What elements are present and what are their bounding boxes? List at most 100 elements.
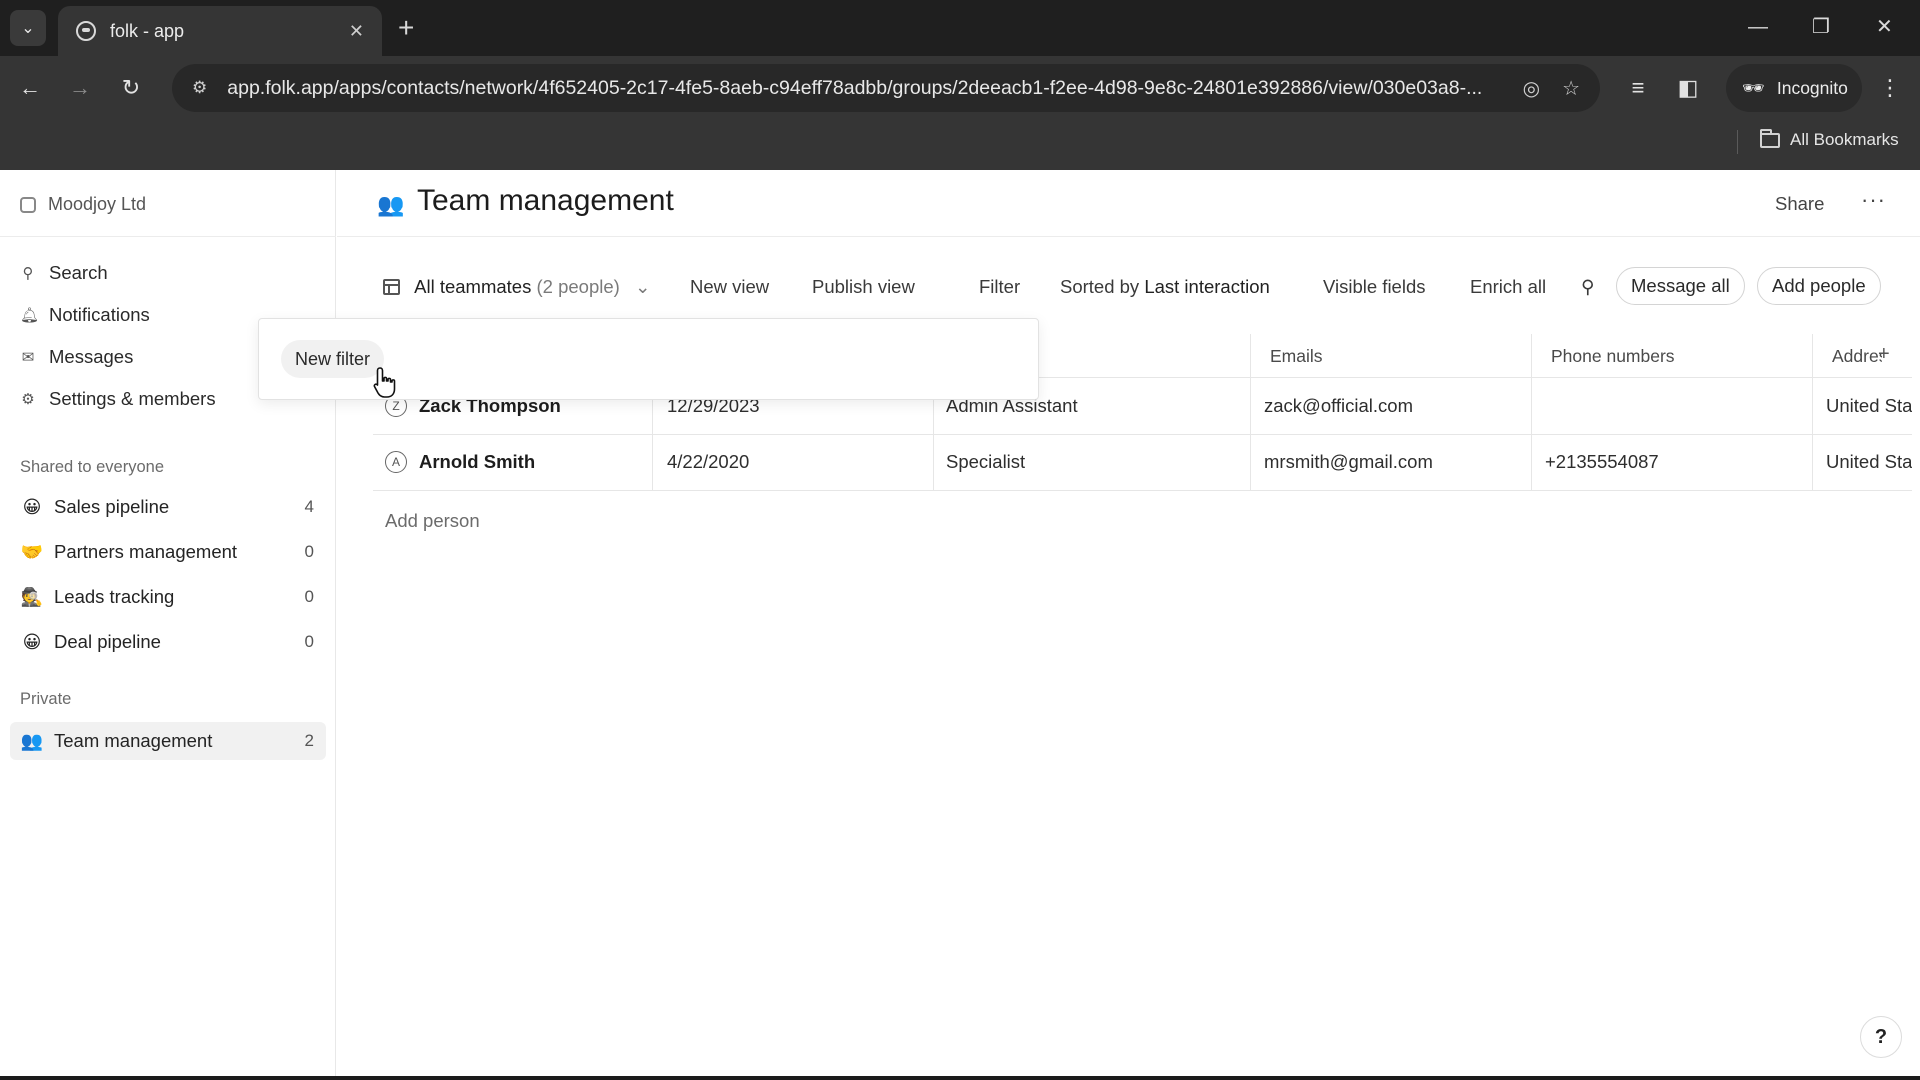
group-label: Deal pipeline xyxy=(54,631,161,652)
browser-tab[interactable]: folk - app ✕ xyxy=(58,6,382,56)
address-cell[interactable]: United Sta xyxy=(1826,395,1912,417)
page-title[interactable]: Team management xyxy=(417,184,674,218)
url-text[interactable]: app.folk.app/apps/contacts/network/4f652… xyxy=(227,77,1500,100)
nav-settings[interactable]: ⚙ Settings & members xyxy=(20,388,216,410)
all-bookmarks-button[interactable]: All Bookmarks xyxy=(1760,128,1899,150)
view-count: (2 people) xyxy=(536,276,620,297)
forward-icon[interactable]: → xyxy=(64,72,96,104)
bottom-edge xyxy=(0,1076,1920,1080)
table-view-icon xyxy=(383,279,400,295)
group-count: 0 xyxy=(304,587,314,606)
nav-notifications[interactable]: 🔔︎ Notifications xyxy=(20,304,150,326)
new-filter-button[interactable]: New filter xyxy=(281,340,385,378)
role-cell[interactable]: Specialist xyxy=(946,451,1025,473)
column-header-emails[interactable]: Emails xyxy=(1270,346,1323,367)
email-cell[interactable]: mrsmith@gmail.com xyxy=(1264,451,1433,473)
bell-icon: 🔔︎ xyxy=(20,307,40,324)
nav-search-label: Search xyxy=(49,262,108,283)
help-button[interactable]: ? xyxy=(1860,1016,1902,1058)
minimize-icon[interactable]: — xyxy=(1748,12,1768,42)
address-bar[interactable]: ⚙ app.folk.app/apps/contacts/network/4f6… xyxy=(172,64,1600,112)
visible-fields-button[interactable]: Visible fields xyxy=(1323,276,1426,298)
browser-chrome: ⌄ folk - app ✕ + — ❐ ✕ ← → ↻ ⚙ app.folk.… xyxy=(0,0,1920,170)
back-icon[interactable]: ← xyxy=(14,72,46,104)
new-tab-button[interactable]: + xyxy=(398,12,414,44)
sidebar-divider xyxy=(0,236,336,237)
message-all-button[interactable]: Message all xyxy=(1616,267,1745,305)
group-count: 0 xyxy=(304,632,314,651)
restore-icon[interactable]: ❐ xyxy=(1812,12,1830,42)
group-label: Leads tracking xyxy=(54,586,175,607)
group-label: Partners management xyxy=(54,541,238,562)
people-icon: 👥 xyxy=(20,730,44,751)
group-label: Sales pipeline xyxy=(54,496,170,517)
group-count: 4 xyxy=(304,497,314,516)
folder-icon xyxy=(1760,128,1780,148)
tab-search-button[interactable]: ⌄ xyxy=(10,10,46,46)
close-window-icon[interactable]: ✕ xyxy=(1876,12,1893,42)
chevron-down-icon: ⌄ xyxy=(634,276,651,297)
nav-messages[interactable]: ✉ Messages xyxy=(20,346,134,368)
hand-pointer-cursor-icon xyxy=(373,367,396,398)
eye-off-icon[interactable]: ◎ xyxy=(1523,76,1540,101)
site-info-icon[interactable]: ⚙ xyxy=(192,78,207,98)
grinning-face-icon: 😀 xyxy=(22,496,42,517)
group-label: Team management xyxy=(54,730,213,751)
main-content: 👥 Team management Share ··· All teammate… xyxy=(337,170,1920,1080)
sort-field: Last interaction xyxy=(1144,276,1270,297)
reload-icon[interactable]: ↻ xyxy=(115,72,147,104)
chevron-down-icon: ⌄ xyxy=(21,20,35,37)
grinning-face-icon: 😀 xyxy=(22,631,42,652)
sidebar-item-team-management[interactable]: 👥 Team management 2 xyxy=(10,722,326,760)
filter-button[interactable]: Filter xyxy=(979,276,1020,298)
new-view-button[interactable]: New view xyxy=(690,276,769,298)
sidebar-item-deal-pipeline[interactable]: 😀 Deal pipeline 0 xyxy=(10,623,326,661)
contact-name: Arnold Smith xyxy=(419,451,536,472)
phone-cell[interactable]: +2135554087 xyxy=(1545,451,1659,473)
media-control-icon[interactable]: ≡ xyxy=(1622,72,1654,104)
search-icon[interactable]: ⚲ xyxy=(1581,276,1595,298)
browser-menu-icon[interactable]: ⋮ xyxy=(1874,72,1906,104)
add-column-icon[interactable]: + xyxy=(1878,343,1890,366)
column-header-addresses[interactable]: Addresses xyxy=(1832,346,1882,367)
table-row[interactable]: A Arnold Smith 4/22/2020 Specialist mrsm… xyxy=(373,435,1912,491)
sidebar-item-leads-tracking[interactable]: 🕵 Leads tracking 0 xyxy=(10,578,326,616)
share-button[interactable]: Share xyxy=(1775,193,1824,215)
workspace-switcher[interactable]: Moodjoy Ltd xyxy=(20,194,146,215)
column-header-phone-numbers[interactable]: Phone numbers xyxy=(1551,346,1675,367)
star-icon[interactable]: ☆ xyxy=(1562,76,1580,101)
view-name: All teammates xyxy=(414,276,532,297)
group-count: 2 xyxy=(304,731,314,750)
tab-strip: ⌄ folk - app ✕ + — ❐ ✕ xyxy=(0,0,1920,56)
sort-button[interactable]: Sorted by Last interaction xyxy=(1060,276,1270,298)
contact-name-cell[interactable]: A Arnold Smith xyxy=(385,451,535,473)
close-tab-icon[interactable]: ✕ xyxy=(349,21,364,42)
address-cell[interactable]: United Sta xyxy=(1826,451,1912,473)
email-cell[interactable]: zack@official.com xyxy=(1264,395,1413,417)
sort-prefix: Sorted by xyxy=(1060,276,1140,297)
add-people-button[interactable]: Add people xyxy=(1757,267,1881,305)
view-selector[interactable]: All teammates (2 people) ⌄ xyxy=(383,276,650,298)
nav-search[interactable]: ⚲ Search xyxy=(20,262,108,284)
date-cell[interactable]: 4/22/2020 xyxy=(667,451,749,473)
add-person-button[interactable]: Add person xyxy=(385,510,480,532)
avatar: A xyxy=(385,451,407,473)
private-section-label: Private xyxy=(20,690,72,708)
nav-settings-label: Settings & members xyxy=(49,388,216,409)
mail-icon: ✉ xyxy=(21,349,35,366)
publish-view-button[interactable]: Publish view xyxy=(812,276,915,298)
incognito-indicator[interactable]: 🕶 Incognito xyxy=(1726,64,1862,112)
sidebar-item-sales-pipeline[interactable]: 😀 Sales pipeline 4 xyxy=(10,488,326,526)
nav-notifications-label: Notifications xyxy=(49,304,150,325)
incognito-label: Incognito xyxy=(1776,77,1848,98)
more-options-button[interactable]: ··· xyxy=(1861,187,1886,213)
sidebar-item-partners-management[interactable]: 🤝 Partners management 0 xyxy=(10,533,326,571)
side-panel-icon[interactable]: ◧ xyxy=(1672,72,1704,104)
workspace-icon xyxy=(20,196,36,213)
tab-title: folk - app xyxy=(110,20,185,41)
folk-favicon-icon xyxy=(76,21,96,41)
detective-icon: 🕵 xyxy=(20,586,44,607)
incognito-icon: 🕶 xyxy=(1742,77,1765,98)
enrich-all-button[interactable]: Enrich all xyxy=(1470,276,1546,298)
gear-icon: ⚙ xyxy=(21,391,35,408)
